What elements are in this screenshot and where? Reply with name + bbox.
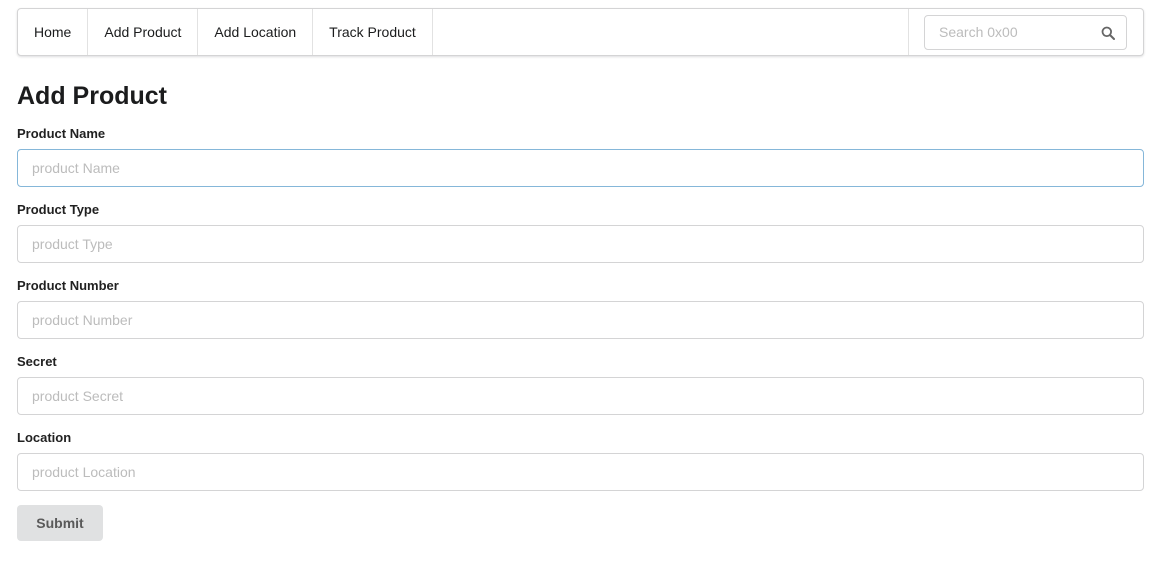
secret-input[interactable]	[17, 377, 1144, 415]
product-type-field: Product Type	[17, 202, 1144, 263]
menu-spacer	[433, 9, 908, 55]
search-input[interactable]	[925, 15, 1126, 49]
product-number-input[interactable]	[17, 301, 1144, 339]
nav-item-add-product[interactable]: Add Product	[88, 9, 199, 55]
nav-item-track-product[interactable]: Track Product	[313, 9, 433, 55]
location-field: Location	[17, 430, 1144, 491]
product-number-field: Product Number	[17, 278, 1144, 339]
product-name-label: Product Name	[17, 126, 106, 141]
search-icon[interactable]	[1101, 26, 1115, 40]
product-type-input[interactable]	[17, 225, 1144, 263]
add-product-form: Product Name Product Type Product Number…	[17, 126, 1144, 541]
location-label: Location	[17, 430, 72, 445]
nav-item-home[interactable]: Home	[18, 9, 89, 55]
nav-item-add-location[interactable]: Add Location	[198, 9, 314, 55]
product-type-label: Product Type	[17, 202, 100, 217]
product-name-input[interactable]	[17, 149, 1144, 187]
location-input[interactable]	[17, 453, 1144, 491]
secret-field: Secret	[17, 354, 1144, 415]
top-menu: Home Add Product Add Location Track Prod…	[17, 8, 1144, 56]
search-box	[924, 14, 1127, 50]
secret-label: Secret	[17, 354, 57, 369]
search-container	[908, 9, 1143, 55]
submit-button[interactable]: Submit	[17, 505, 103, 541]
product-number-label: Product Number	[17, 278, 119, 293]
product-name-field: Product Name	[17, 126, 1144, 187]
page-title: Add Product	[17, 82, 167, 110]
